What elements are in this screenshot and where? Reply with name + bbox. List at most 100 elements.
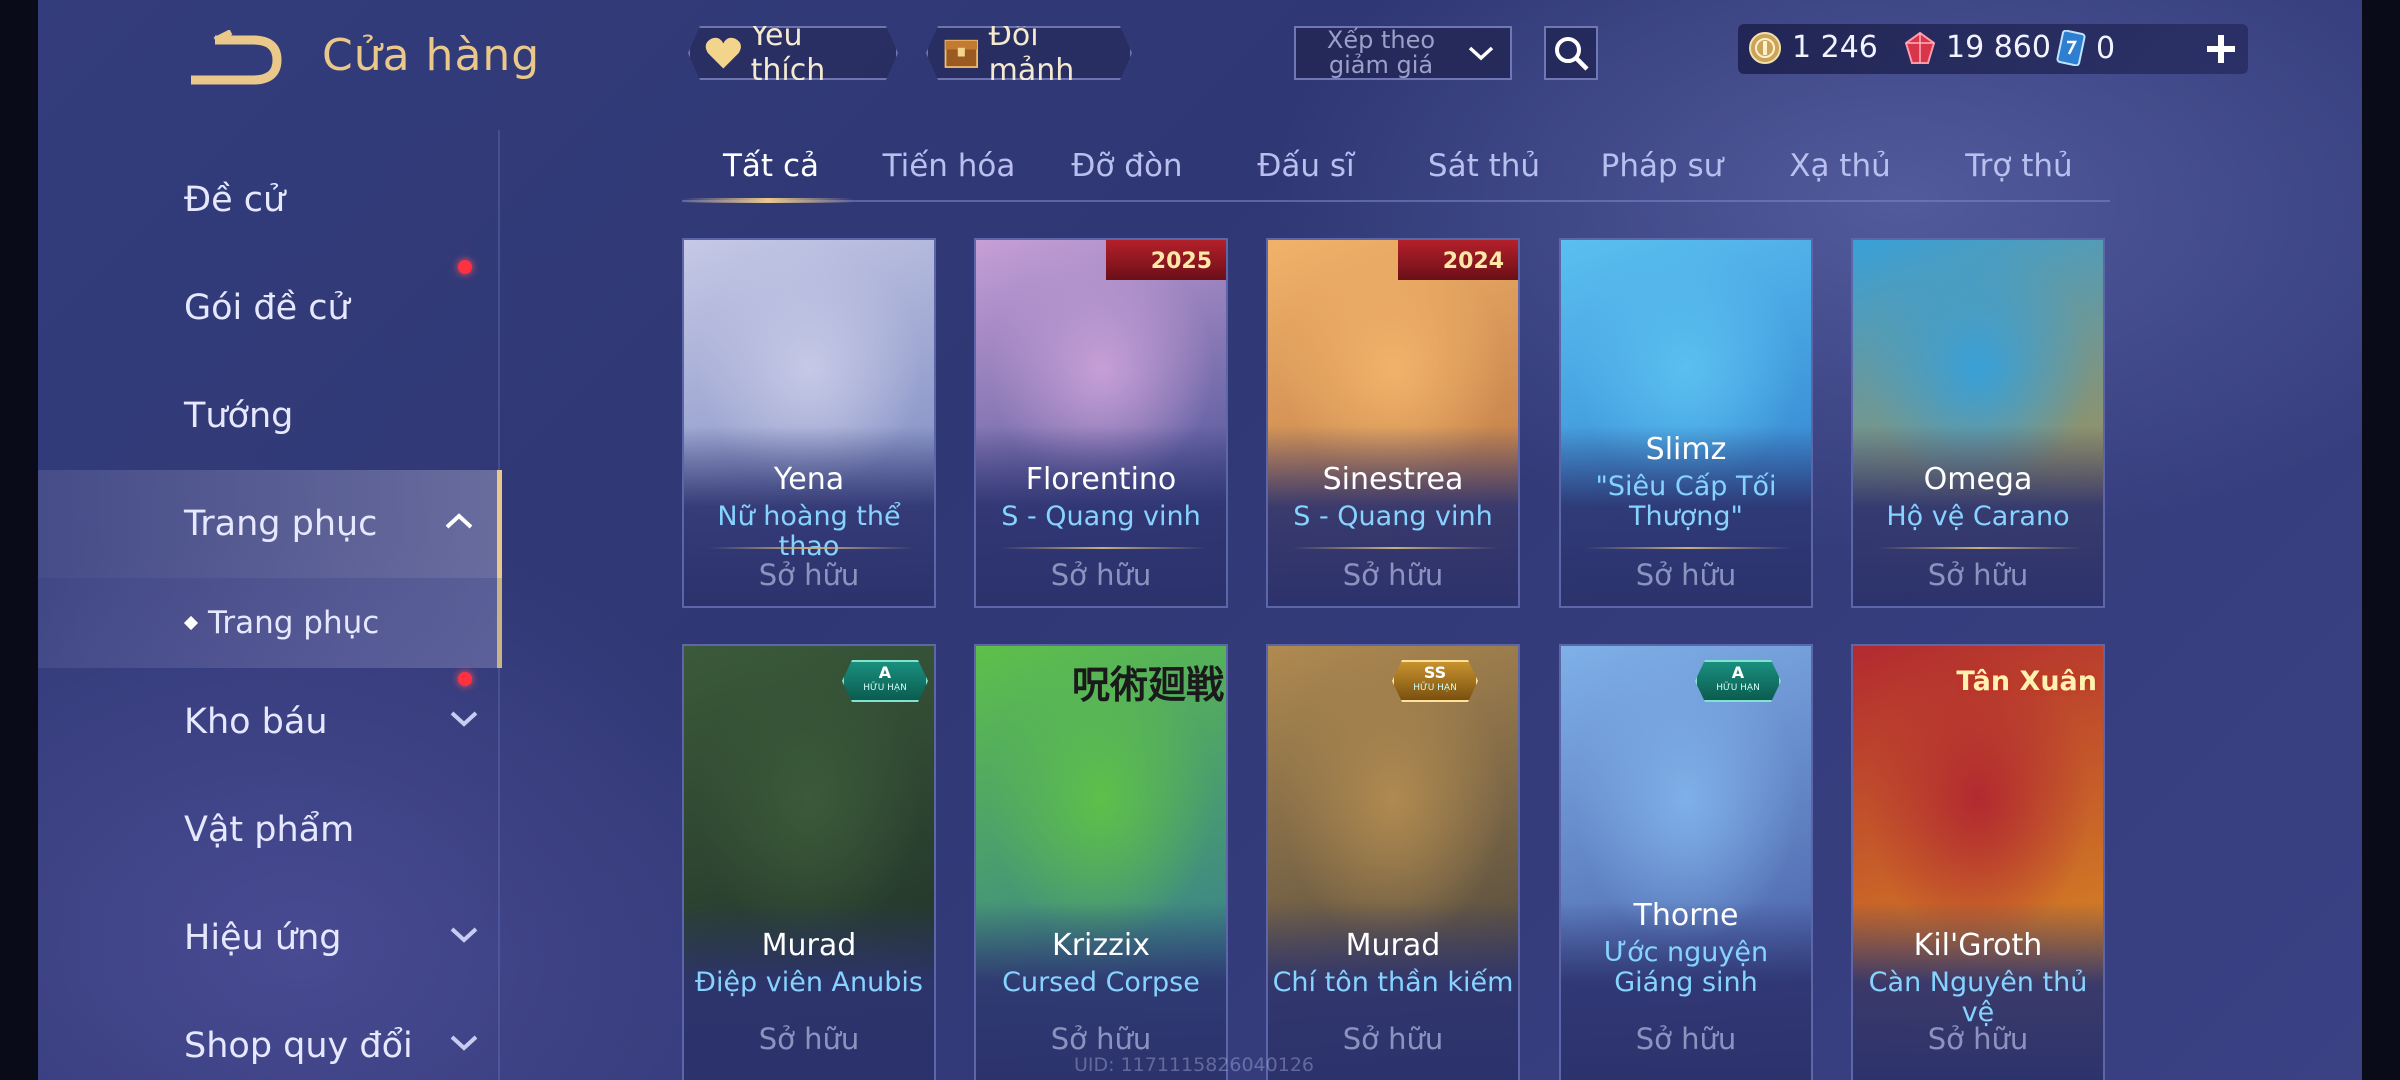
active-tab-indicator: [682, 198, 854, 203]
sidebar-item-label: Đề cử: [184, 180, 286, 220]
sidebar-item-label: Trang phục: [184, 504, 378, 544]
owned-status: Sở hữu: [1635, 558, 1737, 592]
screen-edge-left: [0, 0, 38, 1080]
topup-plus-button[interactable]: [2196, 24, 2246, 74]
sidebar-item-items[interactable]: Vật phẩm: [38, 776, 502, 884]
tab-all[interactable]: Tất cả: [682, 138, 860, 204]
hero-name: Florentino: [1025, 462, 1177, 497]
favorite-button[interactable]: Yêu thích: [688, 26, 898, 80]
chevron-down-icon: [450, 711, 478, 727]
chevron-down-icon: [450, 1035, 478, 1051]
skin-card[interactable]: SS HỮU HẠN Murad Chí tôn thần kiếm Sở hữ…: [1266, 644, 1520, 1080]
sidebar-subitem-skins[interactable]: Trang phục: [38, 578, 502, 668]
tier-grade: SS: [1423, 663, 1447, 682]
sidebar-item-label: Gói đề cử: [184, 288, 350, 328]
sidebar-item-treasure[interactable]: Kho báu: [38, 668, 502, 776]
skin-name: Hộ vệ Carano: [1886, 501, 2070, 532]
skin-card[interactable]: Tân Xuân Kil'Groth Càn Nguyên thủ vệ Sở …: [1851, 644, 2105, 1080]
sidebar-item-heroes[interactable]: Tướng: [38, 362, 502, 470]
shard-chest-icon: [942, 31, 981, 75]
chevron-up-icon: [445, 513, 473, 529]
skin-name: Càn Nguyên thủ vệ: [1868, 967, 2088, 1028]
shard-exchange-label: Đổi mảnh: [988, 18, 1075, 88]
tab-tank[interactable]: Đỡ đòn: [1038, 138, 1216, 204]
bullet-diamond-icon: [183, 615, 199, 631]
tier-limited: HỮU HẠN: [1716, 683, 1760, 693]
skin-card[interactable]: Omega Hộ vệ Carano Sở hữu: [1851, 238, 2105, 608]
tier-badge: A HỮU HẠN: [842, 660, 928, 702]
skin-card[interactable]: 2024 Sinestrea S - Quang vinh Sở hữu: [1266, 238, 1520, 608]
player-uid: UID: 1171115826040126: [1074, 1054, 1314, 1076]
tab-assassin[interactable]: Sát thủ: [1395, 138, 1573, 204]
collab-logo-text: 呪術廻戦: [1071, 662, 1224, 707]
sidebar-item-exchange-shop[interactable]: Shop quy đổi: [38, 992, 502, 1080]
sort-dropdown-value: Xếp theo giảm giá: [1326, 26, 1436, 79]
favorite-label: Yêu thích: [750, 18, 826, 88]
shop-screen: Cửa hàng Yêu thích Đổi mảnh Xếp theo giả…: [0, 0, 2400, 1080]
notification-dot: [458, 672, 472, 686]
tier-badge: A HỮU HẠN: [1695, 660, 1781, 702]
tier-badge: SS HỮU HẠN: [1392, 660, 1478, 702]
hero-name: Kil'Groth: [1913, 928, 2043, 963]
tab-fighter[interactable]: Đấu sĩ: [1217, 138, 1395, 204]
sidebar-item-recommended-packs[interactable]: Gói đề cử: [38, 254, 502, 362]
search-button[interactable]: [1544, 26, 1598, 80]
skin-card[interactable]: 2025 Florentino S - Quang vinh Sở hữu: [974, 238, 1228, 608]
skin-card[interactable]: 呪術廻戦 Krizzix Cursed Corpse Sở hữu: [974, 644, 1228, 1080]
tier-limited: HỮU HẠN: [1413, 683, 1457, 693]
sidebar: Đề cử Gói đề cử Tướng Trang phục Trang p…: [38, 130, 502, 1080]
skin-card[interactable]: Yena Nữ hoàng thể thao Sở hữu: [682, 238, 936, 608]
skin-name: S - Quang vinh: [1293, 501, 1493, 532]
owned-status: Sở hữu: [1927, 1022, 2029, 1056]
sidebar-item-label: Kho báu: [184, 702, 328, 742]
skin-name: Cursed Corpse: [1002, 967, 1200, 998]
sidebar-item-effects[interactable]: Hiệu ứng: [38, 884, 502, 992]
skin-card[interactable]: A HỮU HẠN Murad Điệp viên Anubis Sở hữu: [682, 644, 936, 1080]
tabs-divider: [682, 200, 2110, 202]
sidebar-item-label: Shop quy đổi: [184, 1026, 413, 1066]
skin-card[interactable]: Slimz "Siêu Cấp Tối Thượng" Sở hữu: [1559, 238, 1813, 608]
back-button[interactable]: [185, 29, 285, 90]
voucher-currency: 0: [2056, 30, 2115, 66]
skin-card[interactable]: A HỮU HẠN Thorne Ước nguyện Giáng sinh S…: [1559, 644, 1813, 1080]
tab-marksman[interactable]: Xạ thủ: [1751, 138, 1929, 204]
skin-name: Điệp viên Anubis: [695, 967, 923, 998]
sort-dropdown[interactable]: Xếp theo giảm giá: [1294, 26, 1512, 80]
skin-name: Nữ hoàng thể thao: [717, 501, 901, 562]
tier-grade: A: [1731, 663, 1745, 682]
owned-status: Sở hữu: [758, 1022, 860, 1056]
owned-status: Sở hữu: [1927, 558, 2029, 592]
heart-icon: [704, 35, 743, 71]
sidebar-item-label: Hiệu ứng: [184, 918, 342, 958]
hero-name: Krizzix: [1052, 928, 1150, 963]
sidebar-item-skins[interactable]: Trang phục: [38, 470, 502, 578]
tab-mage[interactable]: Pháp sư: [1573, 138, 1751, 204]
search-icon: [1555, 37, 1589, 71]
tier-grade: A: [878, 663, 892, 682]
shard-exchange-button[interactable]: Đổi mảnh: [926, 26, 1132, 80]
hero-name: Thorne: [1633, 898, 1739, 933]
owned-status: Sở hữu: [1050, 558, 1152, 592]
gold-currency: 1 246: [1748, 30, 1878, 65]
back-arrow-icon: [191, 29, 282, 85]
card-separator: [1585, 547, 1791, 549]
role-tabs: Tất cả Tiến hóa Đỡ đòn Đấu sĩ Sát thủ Ph…: [682, 138, 2110, 204]
sidebar-item-label: Tướng: [184, 396, 294, 436]
owned-status: Sở hữu: [1342, 558, 1444, 592]
hero-name: Yena: [773, 462, 845, 497]
sidebar-item-recommended[interactable]: Đề cử: [38, 146, 502, 254]
hero-name: Slimz: [1645, 432, 1727, 467]
owned-status: Sở hữu: [1635, 1022, 1737, 1056]
voucher-amount: 0: [2096, 30, 2116, 66]
gold-amount: 1 246: [1792, 30, 1878, 65]
voucher-icon: [2056, 30, 2086, 66]
card-separator: [1000, 547, 1206, 549]
chevron-down-icon: [450, 927, 478, 943]
skin-name: "Siêu Cấp Tối Thượng": [1595, 471, 1777, 532]
card-separator: [708, 547, 914, 549]
tab-evolution[interactable]: Tiến hóa: [860, 138, 1038, 204]
tab-support[interactable]: Trợ thủ: [1930, 138, 2108, 204]
ruby-gem-icon: [1904, 31, 1936, 64]
skin-name: S - Quang vinh: [1001, 501, 1201, 532]
card-separator: [1292, 547, 1498, 549]
